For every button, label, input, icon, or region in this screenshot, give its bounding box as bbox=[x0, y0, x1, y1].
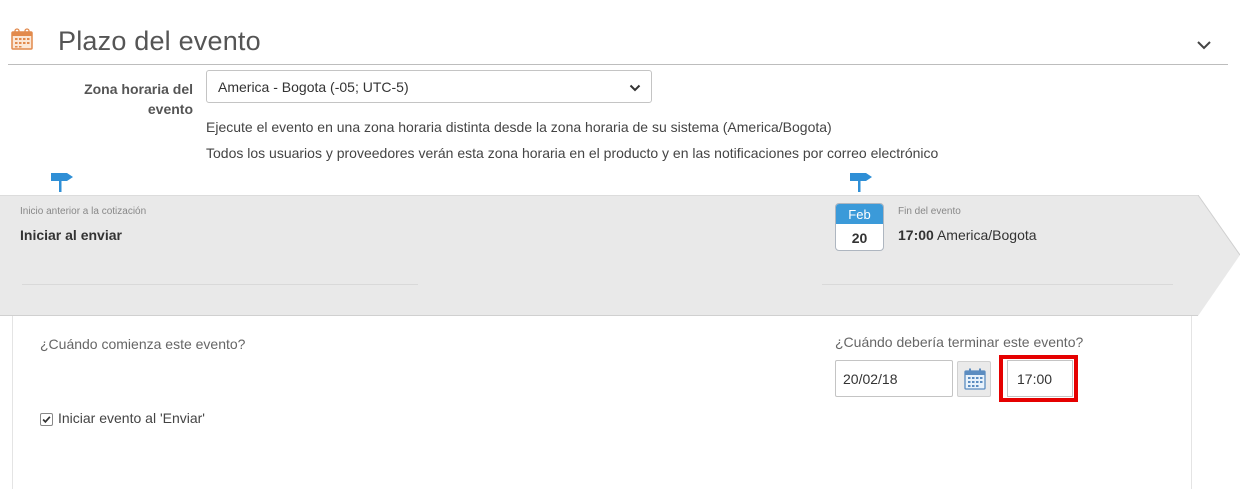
end-underline bbox=[822, 284, 1173, 285]
highlight-box bbox=[999, 355, 1078, 402]
date-picker-button[interactable] bbox=[957, 361, 991, 397]
calendar-month: Feb bbox=[836, 204, 883, 224]
end-date-value: 20/02/18 bbox=[843, 371, 898, 387]
timeline-arrow-shape bbox=[0, 195, 1240, 316]
end-question: ¿Cuándo debería terminar este evento? bbox=[835, 334, 1084, 350]
chevron-down-icon bbox=[629, 84, 641, 92]
end-date-input[interactable]: 20/02/18 bbox=[835, 360, 953, 397]
calendar-day: 20 bbox=[851, 230, 868, 246]
header-divider bbox=[8, 64, 1228, 65]
timezone-visibility-note: Todos los usuarios y proveedores verán e… bbox=[206, 145, 939, 161]
start-flag-icon bbox=[51, 173, 73, 192]
calendar-icon bbox=[11, 28, 33, 50]
start-caption: Inicio anterior a la cotización bbox=[20, 206, 147, 217]
start-underline bbox=[22, 284, 418, 285]
end-flag-icon bbox=[850, 173, 872, 192]
end-time: 17:00 bbox=[898, 227, 934, 243]
end-caption: Fin del evento bbox=[898, 206, 961, 217]
page-title: Plazo del evento bbox=[58, 26, 261, 56]
timezone-label: Zona horaria del evento bbox=[84, 81, 193, 117]
start-on-send-label: Iniciar evento al 'Enviar' bbox=[58, 410, 205, 426]
start-value: Iniciar al enviar bbox=[20, 227, 122, 243]
end-timezone: America/Bogota bbox=[936, 227, 1037, 243]
timezone-help-text: Ejecute el evento en una zona horaria di… bbox=[206, 119, 832, 135]
calendar-icon bbox=[964, 368, 986, 390]
timezone-select[interactable]: America - Bogota (-05; UTC-5) bbox=[206, 70, 652, 103]
end-date-calendar-badge: Feb 20 bbox=[835, 203, 884, 251]
timezone-select-value: America - Bogota (-05; UTC-5) bbox=[218, 79, 409, 95]
chevron-down-icon[interactable] bbox=[1195, 38, 1213, 52]
start-question: ¿Cuándo comienza este evento? bbox=[40, 336, 246, 352]
start-on-send-checkbox[interactable] bbox=[40, 413, 53, 426]
end-value: 17:00 America/Bogota bbox=[898, 227, 1037, 243]
section-header: Plazo del evento bbox=[0, 0, 1240, 65]
timeline-band bbox=[0, 195, 1240, 316]
